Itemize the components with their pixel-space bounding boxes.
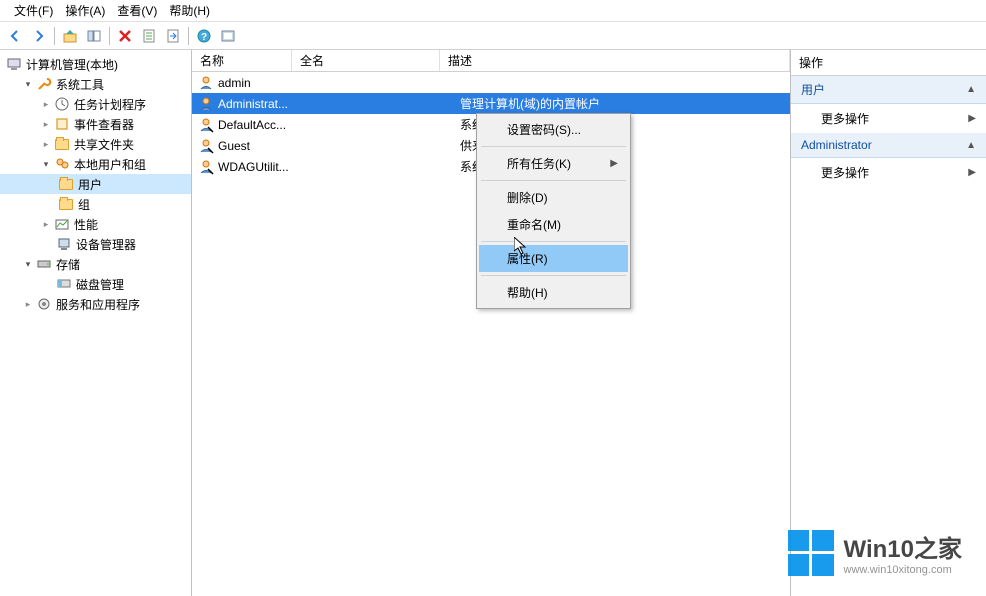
device-icon [56,236,72,252]
menu-help[interactable]: 帮助(H) [163,0,216,21]
refresh-button[interactable] [138,25,160,47]
tree-users[interactable]: 用户 [0,174,191,194]
cm-help[interactable]: 帮助(H) [479,279,628,306]
services-icon [36,296,52,312]
tree-device-manager[interactable]: 设备管理器 [0,234,191,254]
shared-icon [54,136,70,152]
actions-title: 操作 [791,50,986,76]
actions-more-1[interactable]: 更多操作▶ [791,104,986,133]
tools-icon [36,76,52,92]
collapse-icon: ▲ [966,84,976,95]
tree-pane[interactable]: 计算机管理(本地) 系统工具 任务计划程序 事件查看器 共享文件夹 本地用户和组… [0,50,192,596]
cm-properties[interactable]: 属性(R) [479,245,628,272]
user-disabled-icon [198,117,214,133]
user-icon [198,96,214,112]
tree-root[interactable]: 计算机管理(本地) [0,54,191,74]
cm-set-password[interactable]: 设置密码(S)... [479,116,628,143]
tree-disk-management[interactable]: 磁盘管理 [0,274,191,294]
svg-text:?: ? [201,32,207,43]
show-hide-button[interactable] [83,25,105,47]
context-menu: 设置密码(S)... 所有任务(K)▶ 删除(D) 重命名(M) 属性(R) 帮… [476,113,631,309]
toolbar: ? [0,22,986,50]
export-button[interactable] [162,25,184,47]
tree-storage[interactable]: 存储 [0,254,191,274]
disk-icon [56,276,72,292]
list-row[interactable]: Administrat...管理计算机(域)的内置帐户 [192,93,790,114]
watermark: Win10之家 www.win10xitong.com [788,529,962,576]
event-icon [54,116,70,132]
menu-bar: 文件(F) 操作(A) 查看(V) 帮助(H) [0,0,986,22]
folder-icon [58,176,74,192]
menu-action[interactable]: 操作(A) [59,0,111,21]
computer-icon [6,56,22,72]
cm-rename[interactable]: 重命名(M) [479,211,628,238]
windows-logo-icon [788,530,834,576]
delete-button[interactable] [114,25,136,47]
user-disabled-icon [198,138,214,154]
properties-button[interactable] [217,25,239,47]
menu-view[interactable]: 查看(V) [111,0,163,21]
back-button[interactable] [4,25,26,47]
actions-section-admin[interactable]: Administrator▲ [791,133,986,158]
arrow-icon: ▶ [968,113,976,124]
tree-local-users-groups[interactable]: 本地用户和组 [0,154,191,174]
help-button[interactable]: ? [193,25,215,47]
tree-event-viewer[interactable]: 事件查看器 [0,114,191,134]
submenu-arrow-icon: ▶ [610,158,618,169]
cm-delete[interactable]: 删除(D) [479,184,628,211]
actions-pane: 操作 用户▲ 更多操作▶ Administrator▲ 更多操作▶ [791,50,986,596]
col-fullname[interactable]: 全名 [292,50,440,71]
col-name[interactable]: 名称 [192,50,292,71]
user-disabled-icon [198,159,214,175]
cm-all-tasks[interactable]: 所有任务(K)▶ [479,150,628,177]
list-row[interactable]: admin [192,72,790,93]
menu-file[interactable]: 文件(F) [8,0,59,21]
forward-button[interactable] [28,25,50,47]
actions-more-2[interactable]: 更多操作▶ [791,158,986,187]
perf-icon [54,216,70,232]
col-description[interactable]: 描述 [440,50,790,71]
arrow-icon: ▶ [968,167,976,178]
clock-icon [54,96,70,112]
user-icon [198,75,214,91]
users-group-icon [54,156,70,172]
list-header: 名称 全名 描述 [192,50,790,72]
tree-services-apps[interactable]: 服务和应用程序 [0,294,191,314]
up-button[interactable] [59,25,81,47]
tree-task-scheduler[interactable]: 任务计划程序 [0,94,191,114]
tree-performance[interactable]: 性能 [0,214,191,234]
tree-system-tools[interactable]: 系统工具 [0,74,191,94]
storage-icon [36,256,52,272]
tree-shared-folders[interactable]: 共享文件夹 [0,134,191,154]
collapse-icon: ▲ [966,140,976,151]
actions-section-users[interactable]: 用户▲ [791,76,986,104]
tree-groups[interactable]: 组 [0,194,191,214]
folder-icon [58,196,74,212]
